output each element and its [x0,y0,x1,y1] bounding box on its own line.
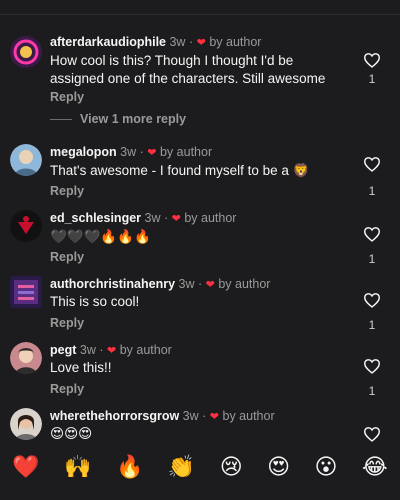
author-tag: by author [209,35,262,49]
view-more-replies-button[interactable]: View 1 more reply [50,112,186,126]
reaction-laughing[interactable]: 😂 [362,455,388,481]
comment-meta: wherethehorrorsgrow 3w · ❤ by author [50,408,275,425]
timestamp: 3w [120,145,137,159]
heart-filled-icon: ❤ [205,279,215,291]
heart-outline-icon [360,156,384,172]
reaction-crying[interactable]: 😢 [220,455,243,481]
username[interactable]: wherethehorrorsgrow [50,409,179,423]
reaction-fire[interactable]: 🔥 [116,455,143,481]
divider [50,118,72,120]
like-button[interactable]: 1 [360,156,384,198]
separator: · [139,145,144,159]
like-count: 1 [368,252,376,266]
heart-outline-icon [360,358,384,374]
like-count: 1 [368,318,376,332]
username[interactable]: afterdarkaudiophile [50,35,166,49]
reply-button[interactable]: Reply [50,90,84,104]
username[interactable]: ed_schlesinger [50,211,141,225]
quick-reaction-bar: ❤️ 🙌 🔥 👏 😢 😍 😮 😂 [0,448,400,488]
username[interactable]: pegt [50,343,76,357]
comment-text-line: assigned one of the characters. Still aw… [50,71,326,86]
avatar[interactable] [10,342,42,374]
like-button[interactable]: 1 [360,292,384,332]
comment-text: How cool is this? Though I thought I'd b… [50,52,325,88]
comment-emoji-text: 😍😍😍 [50,426,93,442]
heart-filled-icon: ❤ [107,345,117,357]
reaction-heart-eyes[interactable]: 😍 [267,455,290,481]
like-count: 1 [368,184,376,198]
comment-meta: afterdarkaudiophile 3w · ❤ by author [50,34,261,51]
comment-meta: pegt 3w · ❤ by author [50,342,172,359]
comment-text-line: How cool is this? Though I thought I'd b… [50,53,294,68]
separator: · [197,277,203,291]
like-button[interactable]: 1 [360,358,384,398]
timestamp: 3w [178,277,195,291]
like-button[interactable] [360,426,384,442]
reaction-heart[interactable]: ❤️ [12,455,39,481]
comment-meta: ed_schlesinger 3w · ❤ by author [50,210,236,227]
heart-filled-icon: ❤ [147,147,157,159]
avatar[interactable] [10,36,42,68]
heart-outline-icon [360,226,384,242]
comment-text: This is so cool! [50,293,139,311]
reply-button[interactable]: Reply [50,250,84,264]
reaction-surprised[interactable]: 😮 [315,455,338,481]
heart-filled-icon: ❤ [171,213,181,225]
separator: · [188,35,194,49]
comment-emoji-text: 🖤🖤🖤🔥🔥🔥 [50,229,151,245]
timestamp: 3w [144,211,161,225]
like-count: 1 [368,384,376,398]
reaction-clap[interactable]: 👏 [168,455,195,481]
avatar[interactable] [10,210,42,242]
comments-screen: afterdarkaudiophile 3w · ❤ by author How… [0,0,400,500]
comment-meta: megalopon 3w · ❤ by author [50,144,212,161]
comment-text: That's awesome - I found myself to be a … [50,162,310,180]
comment-meta: authorchristinahenry 3w · ❤ by author [50,276,270,293]
comment-text: Love this!! [50,359,112,377]
author-tag: by author [222,409,275,423]
heart-outline-icon [360,292,384,308]
timestamp: 3w [182,409,199,423]
author-tag: by author [218,277,271,291]
reply-button[interactable]: Reply [50,184,84,198]
username[interactable]: authorchristinahenry [50,277,175,291]
timestamp: 3w [79,343,96,357]
avatar[interactable] [10,276,42,308]
avatar[interactable] [10,408,42,440]
reply-button[interactable]: Reply [50,382,84,396]
author-tag: by author [159,145,213,159]
comment-text: 😍😍😍 [50,425,92,443]
reply-button[interactable]: Reply [50,316,84,330]
username[interactable]: megalopon [50,145,117,159]
comment-text-line: That's awesome - I found myself to be a [50,163,289,178]
heart-filled-icon: ❤ [209,411,220,423]
separator: · [202,409,207,423]
heart-outline-icon [360,426,384,442]
author-tag: by author [119,343,172,357]
like-button[interactable]: 1 [360,52,384,86]
separator: · [99,343,104,357]
separator: · [163,211,169,225]
comment-text: 🖤🖤🖤🔥🔥🔥 [50,228,151,246]
heart-outline-icon [360,52,384,68]
comment-text-line: Love this!! [50,360,112,375]
author-tag: by author [184,211,237,225]
reaction-raised-hands[interactable]: 🙌 [64,455,91,481]
like-button[interactable]: 1 [360,226,384,266]
view-more-label: View 1 more reply [80,112,187,126]
avatar[interactable] [10,144,42,176]
like-count: 1 [368,72,376,86]
top-divider [0,14,400,15]
lion-emoji: 🦁 [292,163,310,179]
comment-text-line: This is so cool! [50,294,140,309]
heart-filled-icon: ❤ [196,37,206,49]
timestamp: 3w [169,35,186,49]
